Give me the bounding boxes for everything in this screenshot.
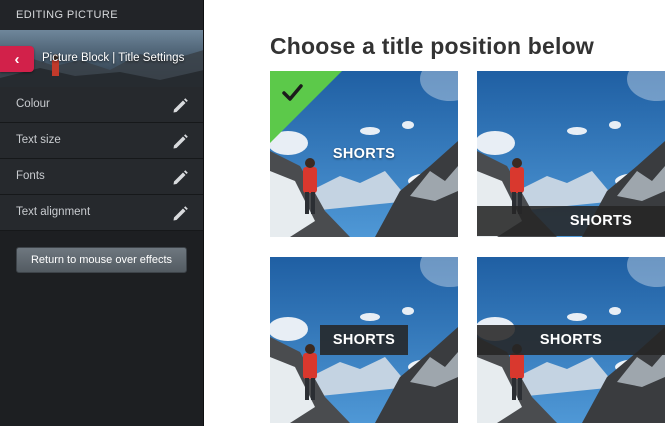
pencil-icon xyxy=(173,98,188,113)
title-label: SHORTS xyxy=(320,325,408,355)
page-title: Choose a title position below xyxy=(270,33,594,59)
setting-label: Colour xyxy=(16,98,50,110)
title-position-option-center[interactable]: SHORTS xyxy=(270,71,458,237)
pencil-icon xyxy=(173,134,188,149)
title-position-option-bottom-right[interactable]: SHORTS xyxy=(477,71,665,237)
sidebar: EDITING PICTURE ‹ Picture Block | Title … xyxy=(0,0,204,426)
header-label: Picture Block | Title Settings xyxy=(42,52,185,64)
settings-list: Colour Text size Fonts Text alignment xyxy=(0,87,203,231)
sidebar-title: EDITING PICTURE xyxy=(0,0,203,30)
setting-label: Fonts xyxy=(16,170,45,182)
title-position-option-full-band[interactable]: SHORTS xyxy=(477,257,665,423)
pencil-icon xyxy=(173,170,188,185)
pencil-icon xyxy=(173,206,188,221)
setting-label: Text size xyxy=(16,134,61,146)
setting-label: Text alignment xyxy=(16,206,91,218)
setting-text-alignment[interactable]: Text alignment xyxy=(0,195,203,231)
title-label: SHORTS xyxy=(332,146,396,162)
setting-colour[interactable]: Colour xyxy=(0,87,203,123)
setting-fonts[interactable]: Fonts xyxy=(0,159,203,195)
chevron-left-icon: ‹ xyxy=(14,50,20,68)
title-position-option-center-band[interactable]: SHORTS xyxy=(270,257,458,423)
setting-text-size[interactable]: Text size xyxy=(0,123,203,159)
title-label: SHORTS xyxy=(477,325,665,355)
return-to-mouse-over-effects-button[interactable]: Return to mouse over effects xyxy=(16,247,187,273)
title-label: SHORTS xyxy=(477,206,665,236)
sidebar-header: ‹ Picture Block | Title Settings xyxy=(0,30,203,87)
selected-checkmark-icon xyxy=(270,71,342,143)
back-button[interactable]: ‹ xyxy=(0,46,34,72)
